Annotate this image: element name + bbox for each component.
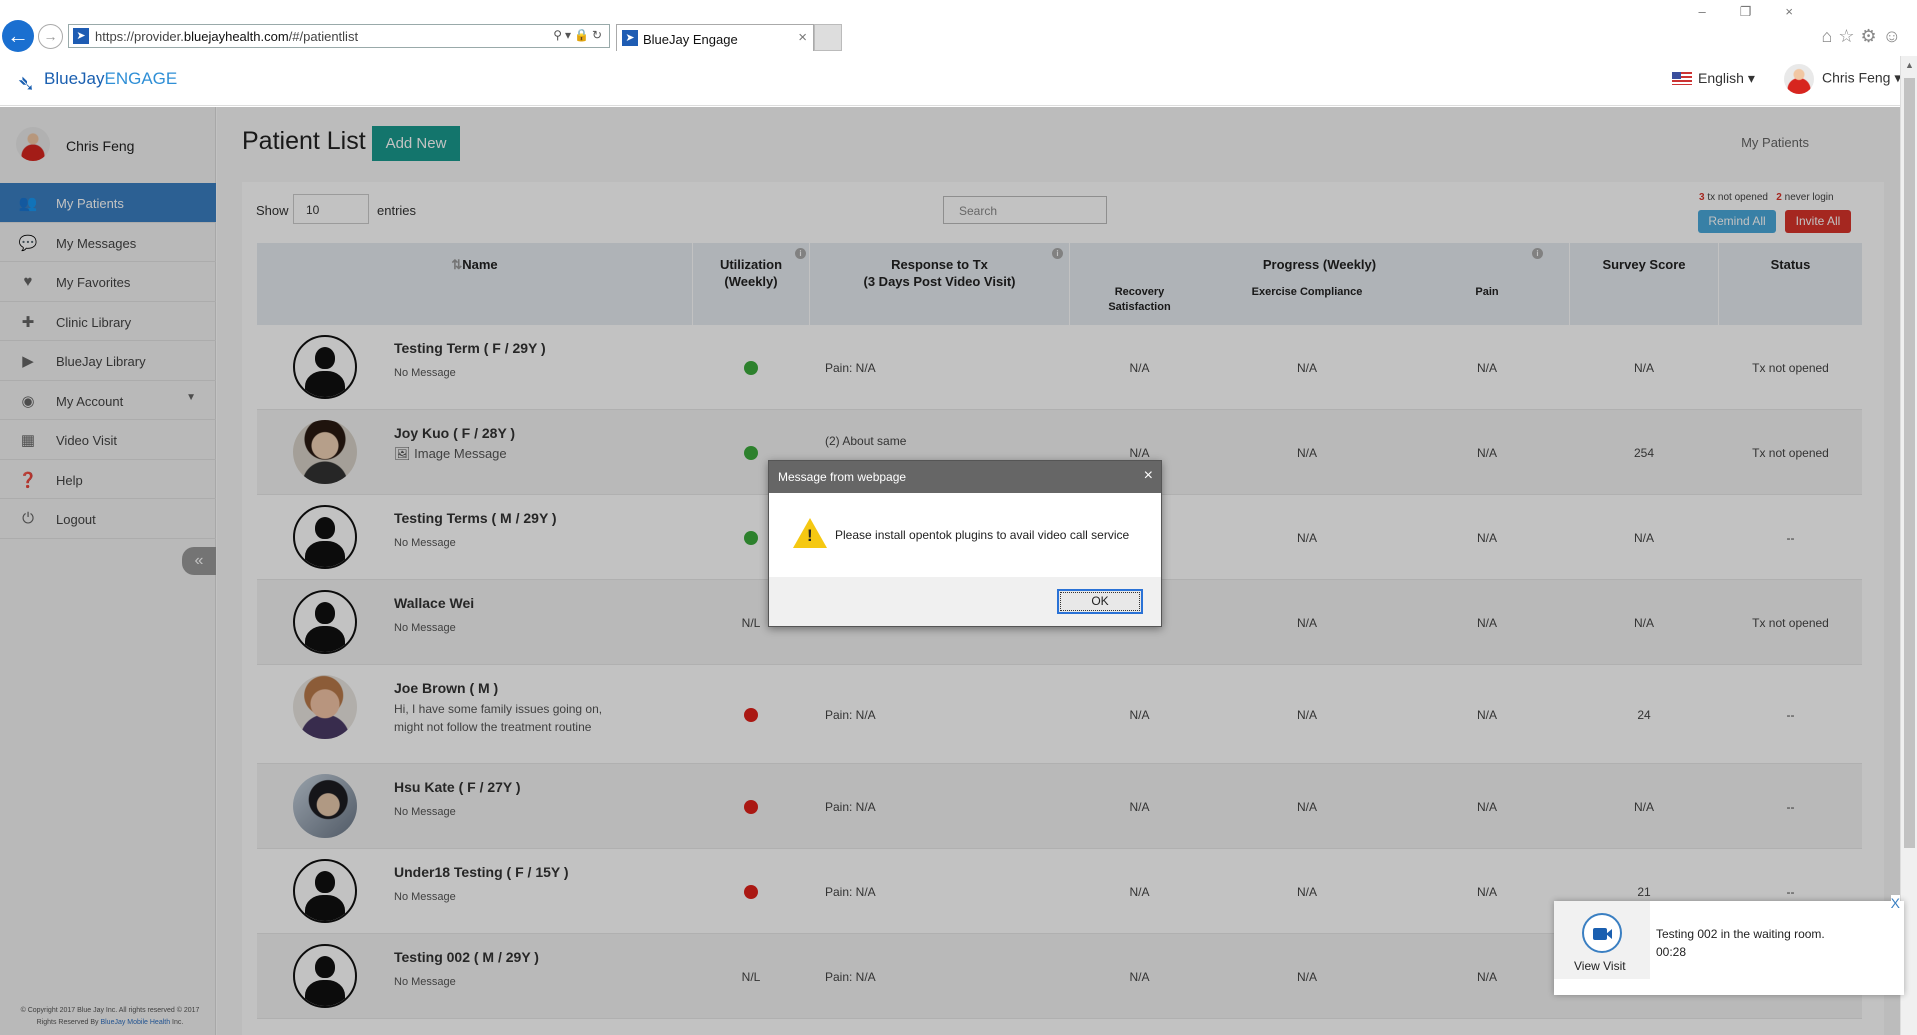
close-icon[interactable]: ×: [1144, 467, 1153, 485]
view-visit-button[interactable]: View Visit: [1554, 901, 1650, 979]
scrollbar-thumb[interactable]: [1904, 78, 1915, 848]
browser-toolbar: ← → ➤ https://provider.bluejayhealth.com…: [0, 0, 1917, 56]
language-dropdown[interactable]: English ▾: [1672, 70, 1755, 87]
browser-tab[interactable]: ➤ BlueJay Engage ×: [616, 24, 814, 51]
video-camera-icon: [1582, 913, 1622, 953]
back-arrow-icon[interactable]: ←: [2, 20, 34, 52]
address-bar[interactable]: ➤ https://provider.bluejayhealth.com/#/p…: [68, 24, 610, 48]
site-favicon-icon: ➤: [73, 28, 89, 44]
app-logo[interactable]: BlueJayENGAGE: [44, 69, 177, 89]
close-icon[interactable]: X: [1890, 895, 1900, 911]
scroll-up-icon[interactable]: ▲: [1905, 60, 1914, 70]
dialog-body: ! Please install opentok plugins to avai…: [769, 493, 1161, 577]
bluejay-bird-icon: ➴: [17, 71, 36, 96]
address-search-lock-refresh-icon[interactable]: ⚲▾🔒↻: [553, 28, 605, 42]
dialog-footer: OK: [769, 577, 1161, 626]
tab-title: BlueJay Engage: [643, 32, 738, 47]
window-controls[interactable]: –❐×: [1699, 4, 1827, 20]
notification-message: Testing 002 in the waiting room. 00:28: [1656, 927, 1825, 959]
dialog-title: Message from webpage ×: [769, 461, 1161, 493]
forward-arrow-icon[interactable]: →: [38, 24, 63, 49]
app-header: ➴ BlueJayENGAGE English ▾ Chris Feng ▾: [0, 56, 1901, 106]
caret-down-icon: ▾: [1747, 70, 1755, 86]
us-flag-icon: [1672, 72, 1692, 85]
tab-favicon-icon: ➤: [622, 30, 638, 46]
ok-button[interactable]: OK: [1057, 589, 1143, 614]
tab-close-icon[interactable]: ×: [798, 29, 807, 46]
waiting-room-notification: View Visit Testing 002 in the waiting ro…: [1554, 895, 1904, 995]
warning-exclamation: !: [807, 526, 813, 545]
alert-dialog: Message from webpage × ! Please install …: [768, 460, 1162, 627]
address-url[interactable]: https://provider.bluejayhealth.com/#/pat…: [95, 29, 358, 44]
browser-tools-icon[interactable]: ⌂☆⚙☺: [1821, 26, 1907, 47]
page-scrollbar[interactable]: ▲ ▼: [1900, 56, 1917, 1035]
new-tab-button[interactable]: [814, 24, 842, 51]
user-avatar: [1784, 64, 1814, 94]
dialog-message: Please install opentok plugins to avail …: [835, 528, 1130, 542]
user-menu-dropdown[interactable]: Chris Feng ▾: [1784, 64, 1901, 94]
